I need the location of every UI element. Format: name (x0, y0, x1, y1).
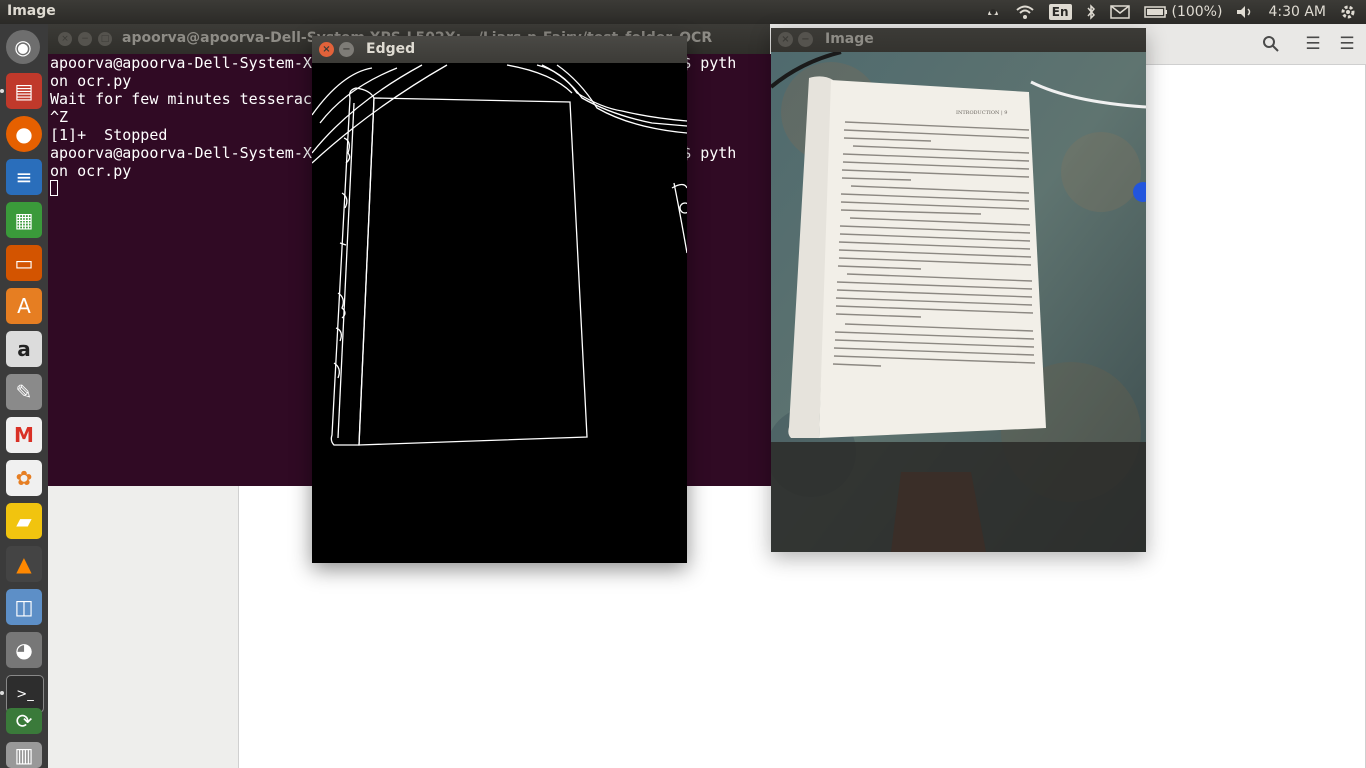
image-window-title: Image (825, 31, 874, 47)
amazon-icon[interactable]: a (6, 331, 42, 367)
running-pip (0, 89, 4, 93)
page-header-text: INTRODUCTION | 9 (956, 110, 1007, 116)
battery-percent: (100%) (1171, 4, 1223, 20)
indicator-area: En (100%) 4:30 AM (985, 0, 1366, 24)
battery-indicator[interactable]: (100%) (1143, 4, 1223, 20)
terminal-line: on ocr.py (50, 162, 132, 180)
gimp-icon[interactable]: ◕ (6, 632, 42, 668)
close-icon[interactable]: × (58, 32, 72, 46)
close-icon[interactable]: × (319, 42, 334, 57)
app-icon[interactable]: ✿ (6, 460, 42, 496)
backup-icon[interactable]: ⟳ (6, 708, 42, 734)
list-view-icon[interactable]: ☰ (1298, 30, 1328, 58)
libreoffice-impress-icon[interactable]: ▭ (6, 245, 42, 281)
edged-titlebar[interactable]: × − Edged (312, 36, 687, 63)
bluetooth-icon[interactable] (1086, 4, 1096, 20)
top-panel: Image En (100%) 4:30 AM (0, 0, 1366, 24)
libreoffice-calc-icon[interactable]: ▦ (6, 202, 42, 238)
screenshot-icon[interactable]: ◫ (6, 589, 42, 625)
terminal-line: ^Z (50, 108, 69, 126)
wifi-icon[interactable] (1015, 5, 1035, 19)
minimize-icon[interactable]: − (78, 32, 92, 46)
dropbox-icon[interactable] (985, 5, 1001, 19)
file-browser-sidebar (48, 486, 239, 768)
close-icon[interactable]: × (778, 32, 793, 47)
gmail-icon[interactable]: M (6, 417, 42, 453)
edged-window-title: Edged (366, 41, 416, 57)
terminal-line: Wait for few minutes tesserac (50, 90, 312, 108)
volume-icon[interactable] (1236, 5, 1254, 19)
mail-icon[interactable] (1109, 5, 1130, 19)
battery-icon (1143, 6, 1167, 18)
files-icon[interactable]: ▤ (6, 73, 42, 109)
active-app-title: Image (7, 3, 56, 19)
book-photo: INTRODUCTION | 9 (766, 50, 1153, 552)
folder-icon[interactable]: ▰ (6, 503, 42, 539)
keyboard-language-indicator[interactable]: En (1048, 4, 1072, 20)
search-icon[interactable] (1256, 30, 1286, 58)
image-titlebar[interactable]: × − Image (771, 28, 1146, 52)
terminal-line: [1]+ Stopped (50, 126, 168, 144)
minimize-icon[interactable]: − (339, 42, 354, 57)
vlc-icon[interactable]: ▲ (6, 546, 42, 582)
dash-home-icon[interactable]: ◉ (6, 30, 40, 64)
image-window[interactable]: × − Image INTRODUCTION | 9 (766, 28, 1153, 552)
running-pip (0, 691, 4, 695)
edged-window[interactable]: × − Edged (311, 36, 691, 563)
clock[interactable]: 4:30 AM (1268, 4, 1326, 20)
libreoffice-writer-icon[interactable]: ≡ (6, 159, 42, 195)
launcher: ◉ ▤ ● ≡ ▦ ▭ A a ✎ M ✿ ▰ ▲ ◫ ◕ >_ ⟳ ▥ (0, 24, 48, 768)
terminal-line: on ocr.py (50, 72, 132, 90)
maximize-icon[interactable]: □ (98, 32, 112, 46)
menu-icon[interactable]: ☰ (1332, 30, 1362, 58)
firefox-icon[interactable]: ● (6, 116, 42, 152)
gear-icon[interactable] (1340, 4, 1356, 20)
edge-detection-image (311, 63, 691, 563)
minimize-icon[interactable]: − (798, 32, 813, 47)
ubuntu-software-icon[interactable]: A (6, 288, 42, 324)
trash-icon[interactable]: ▥ (6, 742, 42, 768)
terminal-cursor (50, 180, 58, 196)
system-settings-icon[interactable]: ✎ (6, 374, 42, 410)
